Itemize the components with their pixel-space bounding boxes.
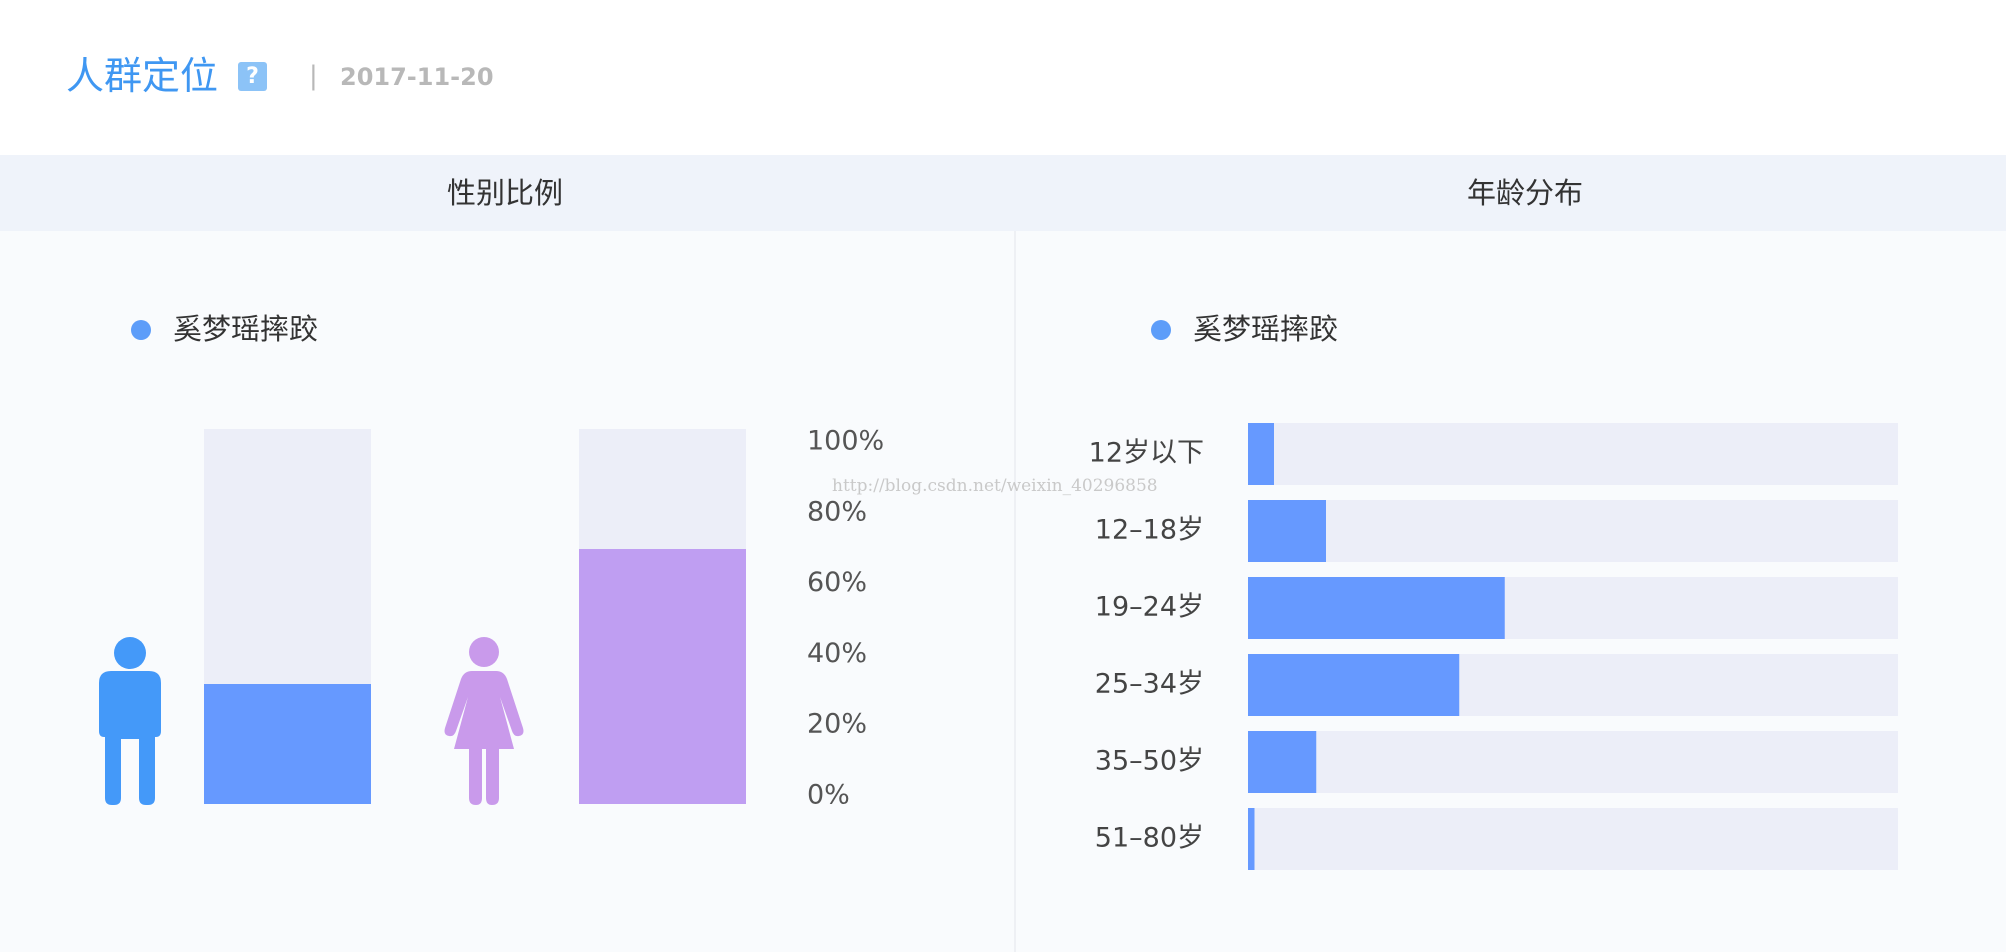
- y-tick-label: 0%: [807, 780, 850, 811]
- page-title: 人群定位: [66, 54, 219, 98]
- age-bar-track: [1248, 500, 1898, 562]
- y-tick-label: 100%: [807, 426, 884, 457]
- male-bar: [204, 684, 371, 804]
- age-category-label: 35–50岁: [1095, 746, 1204, 777]
- male-icon: [99, 637, 161, 805]
- age-bar-track: [1248, 731, 1898, 793]
- date-label: 2017-11-20: [340, 63, 494, 91]
- age-category-label: 25–34岁: [1095, 669, 1204, 700]
- section-header-band: 性别比例 年龄分布: [0, 155, 2006, 231]
- header: 人群定位 ? | 2017-11-20: [0, 0, 2006, 155]
- age-bar: [1248, 654, 1460, 716]
- age-bar-track: [1248, 808, 1898, 870]
- age-category-label: 12–18岁: [1095, 515, 1204, 546]
- age-category-label: 19–24岁: [1095, 592, 1204, 623]
- y-tick-label: 80%: [807, 496, 867, 527]
- age-bar-track: [1248, 423, 1898, 485]
- age-bar: [1248, 423, 1274, 485]
- watermark: http://blog.csdn.net/weixin_40296858: [832, 476, 1158, 496]
- y-tick-label: 20%: [807, 709, 867, 740]
- y-tick-label: 40%: [807, 638, 867, 669]
- age-category-label: 51–80岁: [1095, 823, 1204, 854]
- gender-section-title: 性别比例: [447, 176, 564, 210]
- gender-chart: 100% 80% 60% 40% 20% 0%: [99, 426, 884, 811]
- age-bar: [1248, 500, 1326, 562]
- female-icon: [444, 637, 524, 805]
- age-bar: [1248, 731, 1317, 793]
- age-category-label: 12岁以下: [1089, 438, 1204, 469]
- age-bar: [1248, 808, 1255, 870]
- help-icon[interactable]: ?: [238, 62, 267, 91]
- age-section-title: 年龄分布: [1467, 176, 1584, 210]
- age-chart: 12岁以下 12–18岁 19–24岁 25–34岁 35–50岁 51–80岁: [1089, 423, 1898, 870]
- y-tick-label: 60%: [807, 567, 867, 598]
- title-separator: |: [309, 61, 318, 91]
- age-bar: [1248, 577, 1505, 639]
- female-bar: [579, 549, 746, 804]
